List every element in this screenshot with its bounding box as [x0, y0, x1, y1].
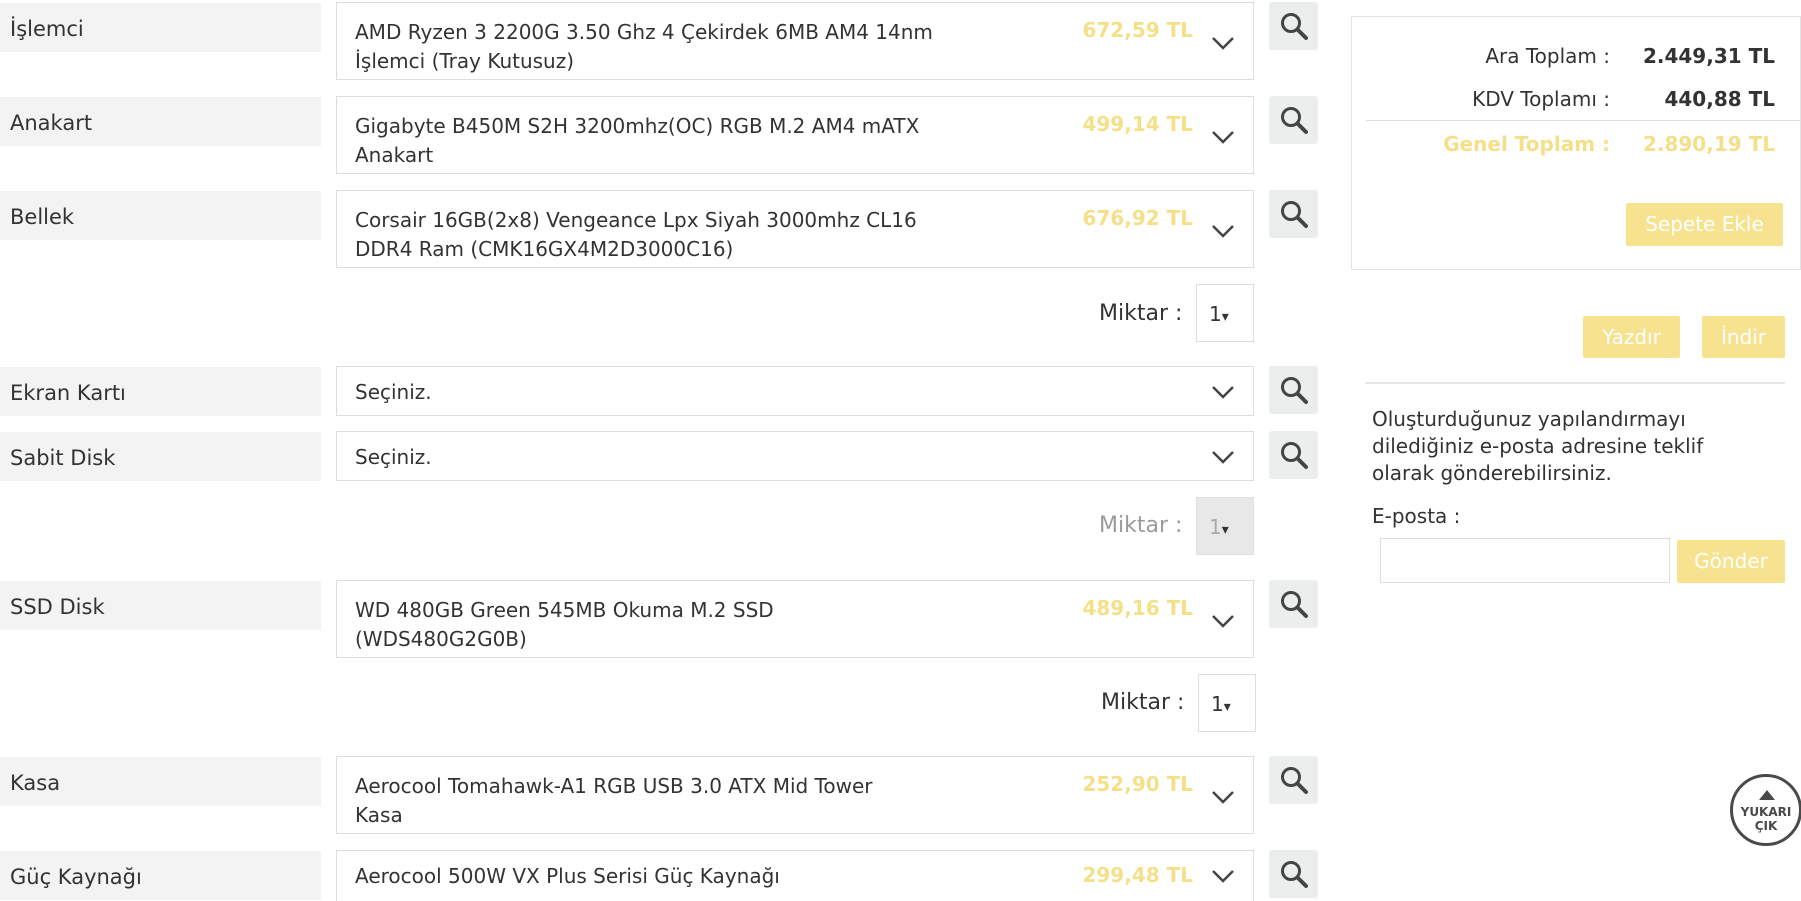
- selected-product-line1: Corsair 16GB(2x8) Vengeance Lpx Siyah 30…: [355, 208, 917, 232]
- selected-product-line2: Anakart: [355, 143, 434, 167]
- search-icon: [1281, 861, 1308, 888]
- selected-product-line1: Gigabyte B450M S2H 3200mhz(OC) RGB M.2 A…: [355, 114, 920, 138]
- search-button-ekran-karti[interactable]: [1269, 366, 1318, 414]
- search-button-ssd-disk[interactable]: [1269, 580, 1318, 628]
- selected-product-text: Aerocool Tomahawk-A1 RGB USB 3.0 ATX Mid…: [355, 772, 955, 830]
- quantity-label: Miktar :: [1099, 513, 1183, 538]
- component-label-guc-kaynagi: Güç Kaynağı: [0, 851, 321, 900]
- search-icon: [1281, 201, 1308, 228]
- component-select-bellek[interactable]: Corsair 16GB(2x8) Vengeance Lpx Siyah 30…: [336, 190, 1254, 268]
- summary-panel: Ara Toplam : 2.449,31 TL KDV Toplamı : 4…: [1351, 16, 1801, 270]
- email-input[interactable]: [1380, 538, 1670, 583]
- arrow-up-icon: [1759, 790, 1775, 800]
- quantity-value: 1: [1209, 515, 1222, 539]
- search-icon: [1281, 591, 1308, 618]
- chevron-down-icon: [1212, 37, 1234, 50]
- chevron-down-icon: [1212, 131, 1234, 144]
- search-button-bellek[interactable]: [1269, 190, 1318, 238]
- selected-product-line1: Aerocool Tomahawk-A1 RGB USB 3.0 ATX Mid…: [355, 774, 873, 798]
- selected-product-text: Aerocool 500W VX Plus Serisi Güç Kaynağı: [355, 864, 780, 888]
- product-price: 299,48 TL: [1082, 863, 1193, 887]
- search-icon: [1281, 767, 1308, 794]
- vat-value: 440,88 TL: [1664, 87, 1775, 111]
- scroll-top-button[interactable]: YUKARI ÇIK: [1730, 774, 1801, 846]
- summary-divider: [1366, 120, 1800, 121]
- search-icon: [1281, 13, 1308, 40]
- component-label-islemci: İşlemci: [0, 3, 321, 52]
- quantity-label: Miktar :: [1101, 690, 1185, 715]
- component-label-bellek: Bellek: [0, 191, 321, 240]
- search-icon: [1281, 107, 1308, 134]
- quantity-label: Miktar :: [1099, 301, 1183, 326]
- product-price: 676,92 TL: [1082, 206, 1193, 230]
- product-price: 252,90 TL: [1082, 772, 1193, 796]
- vat-label: KDV Toplamı :: [1472, 87, 1610, 111]
- selected-product-text: Corsair 16GB(2x8) Vengeance Lpx Siyah 30…: [355, 206, 955, 264]
- chevron-down-icon: [1212, 870, 1234, 883]
- selected-product-line2: DDR4 Ram (CMK16GX4M2D3000C16): [355, 237, 734, 261]
- email-label: E-posta :: [1372, 504, 1461, 528]
- quantity-select-ssd[interactable]: 1▾: [1198, 674, 1256, 732]
- selected-product-text: Seçiniz.: [355, 445, 432, 469]
- quantity-select-bellek[interactable]: 1▾: [1196, 284, 1254, 342]
- component-label-kasa: Kasa: [0, 757, 321, 806]
- email-info-text: Oluşturduğunuz yapılandırmayı dilediğini…: [1372, 407, 1704, 485]
- selected-product-line2: İşlemci (Tray Kutusuz): [355, 49, 575, 73]
- search-button-guc-kaynagi[interactable]: [1269, 850, 1318, 898]
- chevron-down-icon: [1212, 451, 1234, 464]
- selected-product-text: AMD Ryzen 3 2200G 3.50 Ghz 4 Çekirdek 6M…: [355, 18, 955, 76]
- caret-down-icon: ▾: [1223, 699, 1231, 715]
- subtotal-value: 2.449,31 TL: [1642, 44, 1775, 68]
- send-button[interactable]: Gönder: [1677, 540, 1785, 583]
- caret-down-icon: ▾: [1221, 309, 1229, 325]
- grand-total-value: 2.890,19 TL: [1642, 132, 1775, 156]
- chevron-down-icon: [1212, 225, 1234, 238]
- selected-product-text: WD 480GB Green 545MB Okuma M.2 SSD (WDS48…: [355, 596, 955, 654]
- selected-product-line2: Kasa: [355, 803, 403, 827]
- scroll-top-line1: YUKARI: [1740, 805, 1792, 819]
- download-button[interactable]: İndir: [1702, 316, 1785, 358]
- component-select-kasa[interactable]: Aerocool Tomahawk-A1 RGB USB 3.0 ATX Mid…: [336, 756, 1254, 834]
- search-icon: [1281, 442, 1308, 469]
- chevron-down-icon: [1212, 386, 1234, 399]
- component-select-sabit-disk[interactable]: Seçiniz.: [336, 431, 1254, 481]
- quantity-value: 1: [1209, 302, 1222, 326]
- product-price: 672,59 TL: [1082, 18, 1193, 42]
- scroll-top-label: YUKARI ÇIK: [1733, 805, 1799, 833]
- search-button-islemci[interactable]: [1269, 2, 1318, 50]
- selected-product-line2: (WDS480G2G0B): [355, 627, 527, 651]
- quantity-select-sabit-disk: 1▾: [1196, 497, 1254, 555]
- search-button-kasa[interactable]: [1269, 756, 1318, 804]
- subtotal-label: Ara Toplam :: [1485, 44, 1610, 68]
- selected-product-text: Gigabyte B450M S2H 3200mhz(OC) RGB M.2 A…: [355, 112, 955, 170]
- product-price: 489,16 TL: [1082, 596, 1193, 620]
- component-select-anakart[interactable]: Gigabyte B450M S2H 3200mhz(OC) RGB M.2 A…: [336, 96, 1254, 174]
- component-label-anakart: Anakart: [0, 97, 321, 146]
- search-button-sabit-disk[interactable]: [1269, 431, 1318, 479]
- component-select-ssd-disk[interactable]: WD 480GB Green 545MB Okuma M.2 SSD (WDS48…: [336, 580, 1254, 658]
- scroll-top-line2: ÇIK: [1754, 819, 1778, 833]
- component-select-islemci[interactable]: AMD Ryzen 3 2200G 3.50 Ghz 4 Çekirdek 6M…: [336, 2, 1254, 80]
- chevron-down-icon: [1212, 615, 1234, 628]
- chevron-down-icon: [1212, 791, 1234, 804]
- component-label-ekran-karti: Ekran Kartı: [0, 367, 321, 416]
- print-button[interactable]: Yazdır: [1583, 316, 1680, 358]
- section-divider: [1365, 382, 1785, 384]
- component-select-guc-kaynagi[interactable]: Aerocool 500W VX Plus Serisi Güç Kaynağı…: [336, 850, 1254, 901]
- selected-product-line1: WD 480GB Green 545MB Okuma M.2 SSD: [355, 598, 774, 622]
- search-button-anakart[interactable]: [1269, 96, 1318, 144]
- caret-down-icon: ▾: [1221, 522, 1229, 538]
- product-price: 499,14 TL: [1082, 112, 1193, 136]
- component-select-ekran-karti[interactable]: Seçiniz.: [336, 366, 1254, 416]
- add-to-cart-button[interactable]: Sepete Ekle: [1626, 203, 1783, 246]
- component-label-sabit-disk: Sabit Disk: [0, 432, 321, 481]
- component-label-ssd-disk: SSD Disk: [0, 581, 321, 630]
- search-icon: [1281, 377, 1308, 404]
- grand-total-label: Genel Toplam :: [1443, 132, 1610, 156]
- selected-product-line1: AMD Ryzen 3 2200G 3.50 Ghz 4 Çekirdek 6M…: [355, 20, 933, 44]
- selected-product-text: Seçiniz.: [355, 380, 432, 404]
- quantity-value: 1: [1211, 692, 1224, 716]
